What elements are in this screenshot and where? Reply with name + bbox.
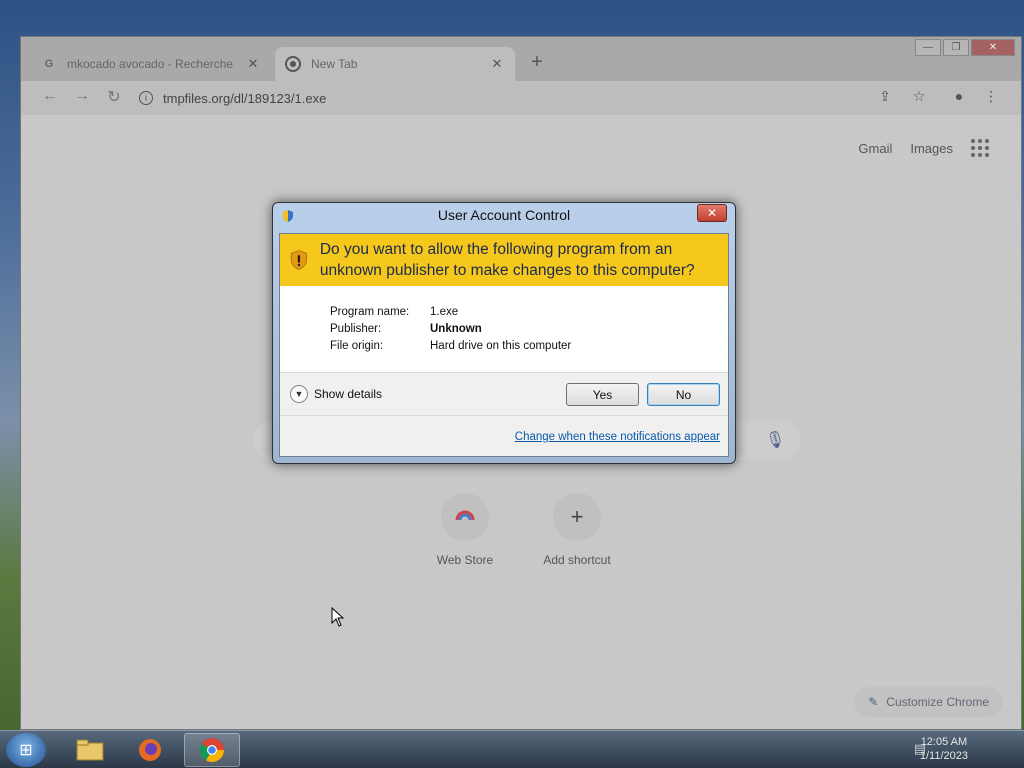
web-store-icon [441, 493, 489, 541]
firefox-icon[interactable] [122, 733, 178, 767]
tab-strip: G mkocado avocado - Recherche ✕ New Tab … [21, 37, 1021, 81]
window-close-button[interactable]: ✕ [971, 39, 1015, 56]
plus-icon: + [553, 493, 601, 541]
google-apps-icon[interactable] [971, 139, 989, 157]
mouse-cursor-icon [331, 607, 345, 627]
show-details-label: Show details [314, 387, 383, 401]
tab-search-results[interactable]: G mkocado avocado - Recherche ✕ [31, 47, 271, 81]
new-tab-button[interactable]: + [526, 51, 548, 74]
no-button[interactable]: No [647, 383, 720, 406]
info-value: Unknown [430, 323, 482, 335]
bookmark-star-icon[interactable]: ☆ [909, 88, 929, 105]
clock-time: 12:05 AM [920, 736, 968, 748]
yes-button[interactable]: Yes [566, 383, 639, 406]
chrome-icon [285, 56, 301, 72]
reload-icon[interactable]: ↻ [103, 87, 125, 107]
info-row-origin: File origin: Hard drive on this computer [330, 340, 728, 357]
shortcut-web-store[interactable]: Web Store [415, 493, 515, 567]
url-text: tmpfiles.org/dl/189123/1.exe [163, 90, 327, 106]
browser-toolbar: ← → ↻ i tmpfiles.org/dl/189123/1.exe ⇪ ☆… [21, 81, 1021, 115]
info-value: 1.exe [430, 306, 459, 318]
gmail-link[interactable]: Gmail [858, 141, 892, 156]
file-explorer-icon[interactable] [62, 733, 118, 767]
share-icon[interactable]: ⇪ [875, 88, 895, 105]
chrome-taskbar-icon[interactable] [184, 733, 240, 767]
uac-title: User Account Control [437, 207, 571, 223]
minimize-button[interactable]: — [915, 39, 941, 56]
show-details-toggle[interactable]: ▼ Show details [290, 385, 382, 403]
shortcut-add[interactable]: + Add shortcut [527, 493, 627, 567]
info-key: Program name: [330, 306, 410, 318]
uac-dialog: User Account Control ✕ Do you want to al… [272, 202, 736, 464]
address-bar[interactable]: i tmpfiles.org/dl/189123/1.exe [139, 86, 859, 110]
uac-close-button[interactable]: ✕ [697, 204, 727, 222]
window-controls: — ❐ ✕ [915, 39, 1015, 56]
warning-shield-icon [290, 250, 308, 270]
info-row-publisher: Publisher: Unknown [330, 323, 728, 340]
chevron-down-icon: ▼ [290, 385, 308, 403]
google-links: Gmail Images [858, 139, 989, 157]
site-info-icon[interactable]: i [139, 91, 153, 105]
shortcut-label: Web Store [436, 553, 494, 567]
clock[interactable]: 12:05 AM 1/11/2023 [920, 735, 968, 763]
uac-question: Do you want to allow the following progr… [319, 241, 695, 279]
program-info: Program name: 1.exe Publisher: Unknown F… [280, 286, 728, 357]
images-link[interactable]: Images [910, 141, 953, 156]
google-g-icon: G [44, 58, 54, 70]
menu-kebab-icon[interactable]: ⋮ [981, 88, 1001, 105]
shortcut-label: Add shortcut [543, 553, 611, 567]
uac-content: Do you want to allow the following progr… [279, 233, 729, 457]
change-notifications-link[interactable]: Change when these notifications appear [515, 431, 720, 443]
maximize-button[interactable]: ❐ [943, 39, 969, 56]
microphone-icon[interactable]: 🎙 [765, 430, 785, 450]
back-arrow-icon[interactable]: ← [39, 87, 61, 105]
start-button[interactable]: ⊞ [6, 733, 46, 767]
info-key: File origin: [330, 340, 384, 352]
tab-label: New Tab [311, 57, 358, 71]
uac-action-bar: ▼ Show details Yes No [280, 372, 728, 416]
taskbar: ⊞ ▤ 12:05 AM 1/11/2023 [0, 730, 1024, 768]
info-row-program: Program name: 1.exe [330, 306, 728, 323]
info-key: Publisher: [330, 323, 382, 335]
pencil-icon: ✎ [868, 695, 879, 709]
customize-chrome-button[interactable]: ✎ Customize Chrome [854, 687, 1003, 717]
customize-label: Customize Chrome [886, 695, 989, 709]
uac-warning-banner: Do you want to allow the following progr… [280, 234, 728, 286]
info-value: Hard drive on this computer [430, 340, 572, 352]
forward-arrow-icon[interactable]: → [71, 87, 93, 105]
tab-close-icon[interactable]: ✕ [245, 56, 261, 72]
uac-footer: Change when these notifications appear [280, 416, 728, 456]
tab-close-icon[interactable]: ✕ [489, 56, 505, 72]
tab-label: mkocado avocado - Recherche [67, 57, 234, 71]
profile-icon[interactable]: ● [949, 88, 969, 104]
clock-date: 1/11/2023 [919, 750, 968, 762]
tab-new-tab[interactable]: New Tab ✕ [275, 47, 515, 81]
